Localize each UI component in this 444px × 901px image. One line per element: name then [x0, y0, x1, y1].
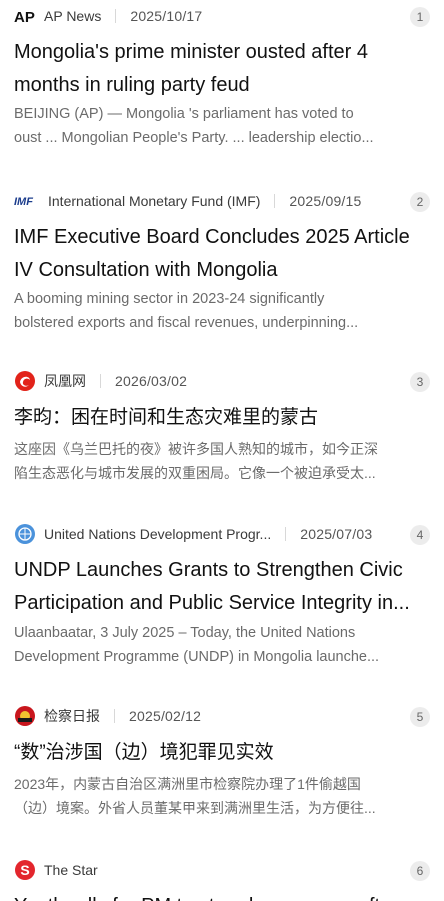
- result-title[interactable]: 李昀：困在时间和生态灾难里的蒙古: [14, 401, 434, 434]
- ifeng-logo-icon: [14, 370, 36, 392]
- snippet-line: 2023年，内蒙古自治区满洲里市检察院办理了1件偷越国: [14, 776, 361, 792]
- result-snippet: 2023年，内蒙古自治区满洲里市检察院办理了1件偷越国 （边）境案。外省人员董某…: [14, 772, 434, 820]
- publish-date: 2025/02/12: [129, 708, 202, 724]
- snippet-line: Ulaanbaatar, 3 July 2025 – Today, the Un…: [14, 625, 356, 641]
- result-snippet: BEIJING (AP) — Mongolia 's parliament ha…: [14, 102, 434, 150]
- snippet-line: oust ... Mongolian People's Party. ... l…: [14, 130, 374, 146]
- rank-badge: 5: [410, 707, 430, 727]
- result-title[interactable]: Youth rally for PM to step down over gra…: [14, 890, 434, 901]
- source-name[interactable]: International Monetary Fund (IMF): [48, 193, 260, 209]
- result-item[interactable]: AP AP News 2025/10/17 1 Mongolia's prime…: [0, 0, 444, 185]
- snippet-line: （边）境案。外省人员董某甲来到满洲里生活，为方便往...: [14, 800, 376, 816]
- rank-badge: 3: [410, 372, 430, 392]
- publish-date: 2026/03/02: [115, 373, 188, 389]
- snippet-line: BEIJING (AP) — Mongolia 's parliament ha…: [14, 106, 354, 122]
- snippet-line: A booming mining sector in 2023-24 signi…: [14, 291, 325, 307]
- result-meta: 检察日报 2025/02/12 5: [14, 700, 430, 732]
- meta-divider: [274, 194, 276, 208]
- jcrb-logo-icon: [14, 705, 36, 727]
- source-name[interactable]: 凤凰网: [44, 371, 86, 391]
- svg-text:AP: AP: [14, 9, 35, 24]
- publish-date: 2025/09/15: [289, 193, 362, 209]
- the-star-logo-icon: S: [14, 859, 36, 881]
- svg-text:IMF: IMF: [14, 196, 33, 208]
- result-title[interactable]: “数”治涉国（边）境犯罪见实效: [14, 736, 434, 769]
- snippet-line: 陷生态恶化与城市发展的双重困局。它像一个被迫承受太...: [14, 465, 376, 481]
- result-item[interactable]: IMF International Monetary Fund (IMF) 20…: [0, 185, 444, 365]
- rank-badge: 6: [410, 861, 430, 881]
- result-title[interactable]: UNDP Launches Grants to Strengthen Civic…: [14, 554, 434, 620]
- result-meta: United Nations Development Progr... 2025…: [14, 518, 430, 550]
- rank-badge: 2: [410, 192, 430, 212]
- source-name[interactable]: AP News: [44, 8, 101, 24]
- result-meta: 凤凰网 2026/03/02 3: [14, 365, 430, 397]
- result-snippet: 这座因《乌兰巴托的夜》被许多国人熟知的城市，如今正深 陷生态恶化与城市发展的双重…: [14, 437, 434, 485]
- meta-divider: [114, 709, 115, 723]
- result-meta: IMF International Monetary Fund (IMF) 20…: [14, 185, 430, 217]
- result-item[interactable]: United Nations Development Progr... 2025…: [0, 518, 444, 696]
- search-results-list: AP AP News 2025/10/17 1 Mongolia's prime…: [0, 0, 444, 901]
- result-meta: S The Star 6: [14, 854, 430, 886]
- publish-date: 2025/07/03: [300, 526, 373, 542]
- meta-divider: [285, 527, 287, 541]
- meta-divider: [100, 374, 101, 388]
- result-title[interactable]: Mongolia's prime minister ousted after 4…: [14, 36, 434, 102]
- result-item[interactable]: S The Star 6 Youth rally for PM to step …: [0, 854, 444, 901]
- result-item[interactable]: 检察日报 2025/02/12 5 “数”治涉国（边）境犯罪见实效 2023年，…: [0, 700, 444, 850]
- publish-date: 2025/10/17: [130, 8, 203, 24]
- rank-badge: 4: [410, 525, 430, 545]
- source-name[interactable]: 检察日报: [44, 706, 100, 726]
- snippet-line: Development Programme (UNDP) in Mongolia…: [14, 649, 380, 665]
- result-snippet: A booming mining sector in 2023-24 signi…: [14, 287, 434, 335]
- source-name[interactable]: United Nations Development Progr...: [44, 526, 271, 542]
- result-item[interactable]: 凤凰网 2026/03/02 3 李昀：困在时间和生态灾难里的蒙古 这座因《乌兰…: [0, 365, 444, 515]
- un-logo-icon: [14, 523, 36, 545]
- meta-divider: [115, 9, 117, 23]
- svg-text:S: S: [20, 862, 29, 878]
- rank-badge: 1: [410, 7, 430, 27]
- result-title[interactable]: IMF Executive Board Concludes 2025 Artic…: [14, 221, 434, 287]
- snippet-line: bolstered exports and fiscal revenues, u…: [14, 315, 359, 331]
- imf-logo-icon: IMF: [14, 190, 40, 212]
- ap-logo-icon: AP: [14, 5, 36, 27]
- result-snippet: Ulaanbaatar, 3 July 2025 – Today, the Un…: [14, 621, 434, 669]
- result-meta: AP AP News 2025/10/17 1: [14, 0, 430, 32]
- snippet-line: 这座因《乌兰巴托的夜》被许多国人熟知的城市，如今正深: [14, 441, 378, 457]
- source-name[interactable]: The Star: [44, 862, 98, 878]
